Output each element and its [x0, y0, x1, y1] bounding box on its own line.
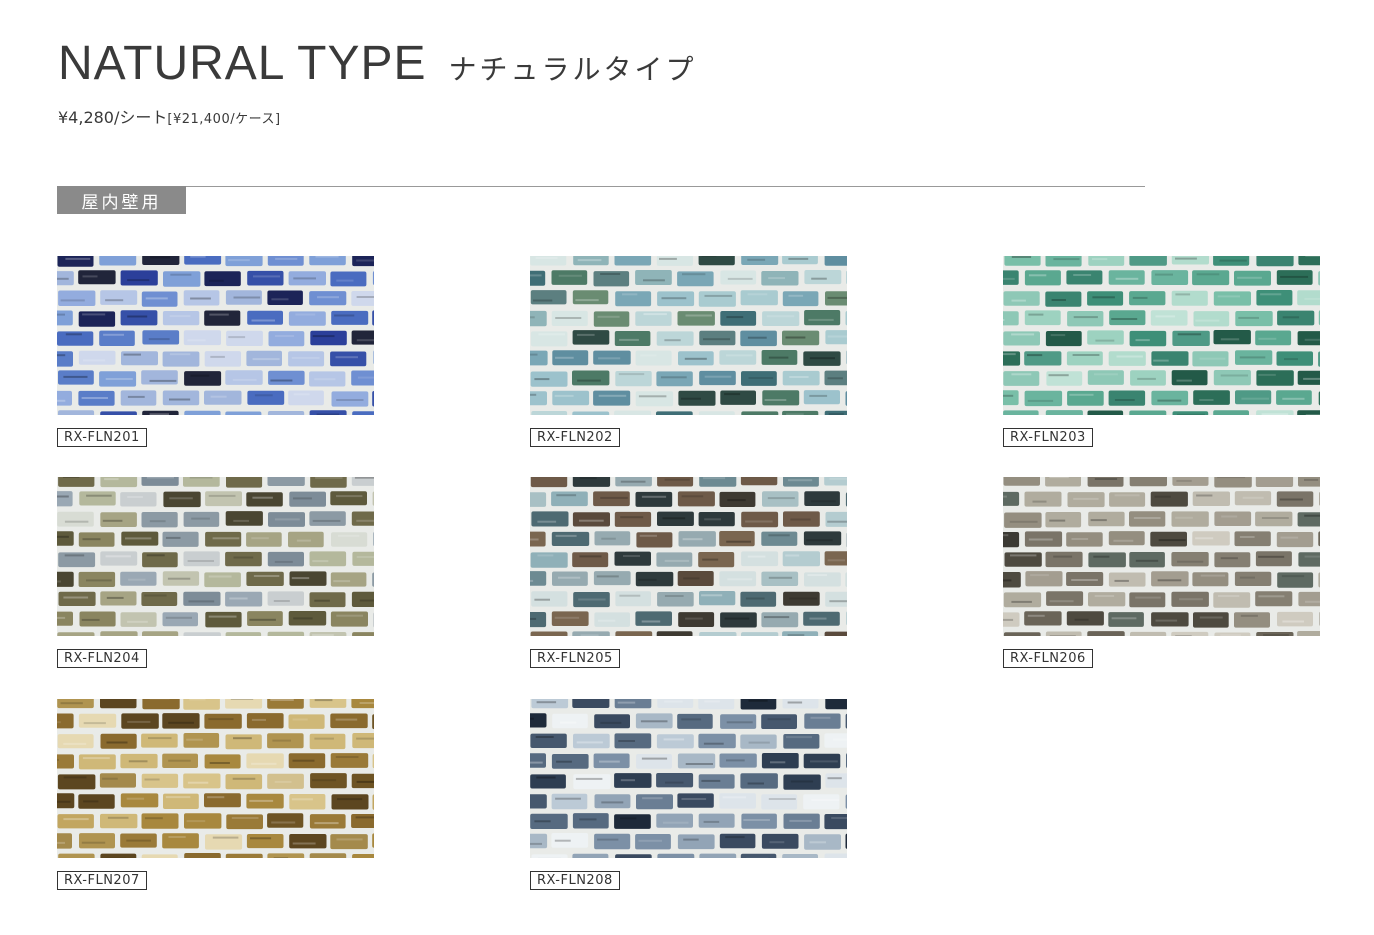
- tile-card[interactable]: RX-FLN208: [530, 699, 847, 890]
- price-case: [¥21,400/ケース]: [167, 112, 281, 127]
- tile-swatch-image: [1003, 477, 1320, 636]
- tile-code: RX-FLN202: [530, 428, 620, 447]
- tile-swatch-image: [1003, 256, 1320, 415]
- tile-swatch-image: [530, 699, 847, 858]
- tile-swatch-image: [57, 699, 374, 858]
- tile-swatch-image: [57, 477, 374, 636]
- tile-code: RX-FLN203: [1003, 428, 1093, 447]
- tile-code: RX-FLN206: [1003, 649, 1093, 668]
- title-en: NATURAL TYPE: [58, 37, 427, 90]
- tile-card[interactable]: RX-FLN203: [1003, 256, 1320, 447]
- tile-code: RX-FLN201: [57, 428, 147, 447]
- tile-code: RX-FLN204: [57, 649, 147, 668]
- tile-card[interactable]: RX-FLN201: [57, 256, 374, 447]
- price-sheet: ¥4,280/シート: [58, 108, 168, 127]
- title-ja: ナチュラルタイプ: [448, 53, 697, 86]
- tile-code: RX-FLN205: [530, 649, 620, 668]
- tile-card[interactable]: RX-FLN204: [57, 477, 374, 668]
- tile-card[interactable]: RX-FLN207: [57, 699, 374, 890]
- tile-swatch-image: [57, 256, 374, 415]
- tile-swatch-image: [530, 477, 847, 636]
- section-divider: [58, 186, 1145, 187]
- tile-card[interactable]: RX-FLN202: [530, 256, 847, 447]
- tile-card[interactable]: RX-FLN206: [1003, 477, 1320, 668]
- price-line: ¥4,280/シート[¥21,400/ケース]: [58, 104, 281, 128]
- tile-code: RX-FLN207: [57, 871, 147, 890]
- section-tag: 屋内壁用: [57, 186, 186, 214]
- page-heading: NATURAL TYPE ナチュラルタイプ: [58, 36, 697, 91]
- tile-swatch-image: [530, 256, 847, 415]
- tile-code: RX-FLN208: [530, 871, 620, 890]
- tile-card[interactable]: RX-FLN205: [530, 477, 847, 668]
